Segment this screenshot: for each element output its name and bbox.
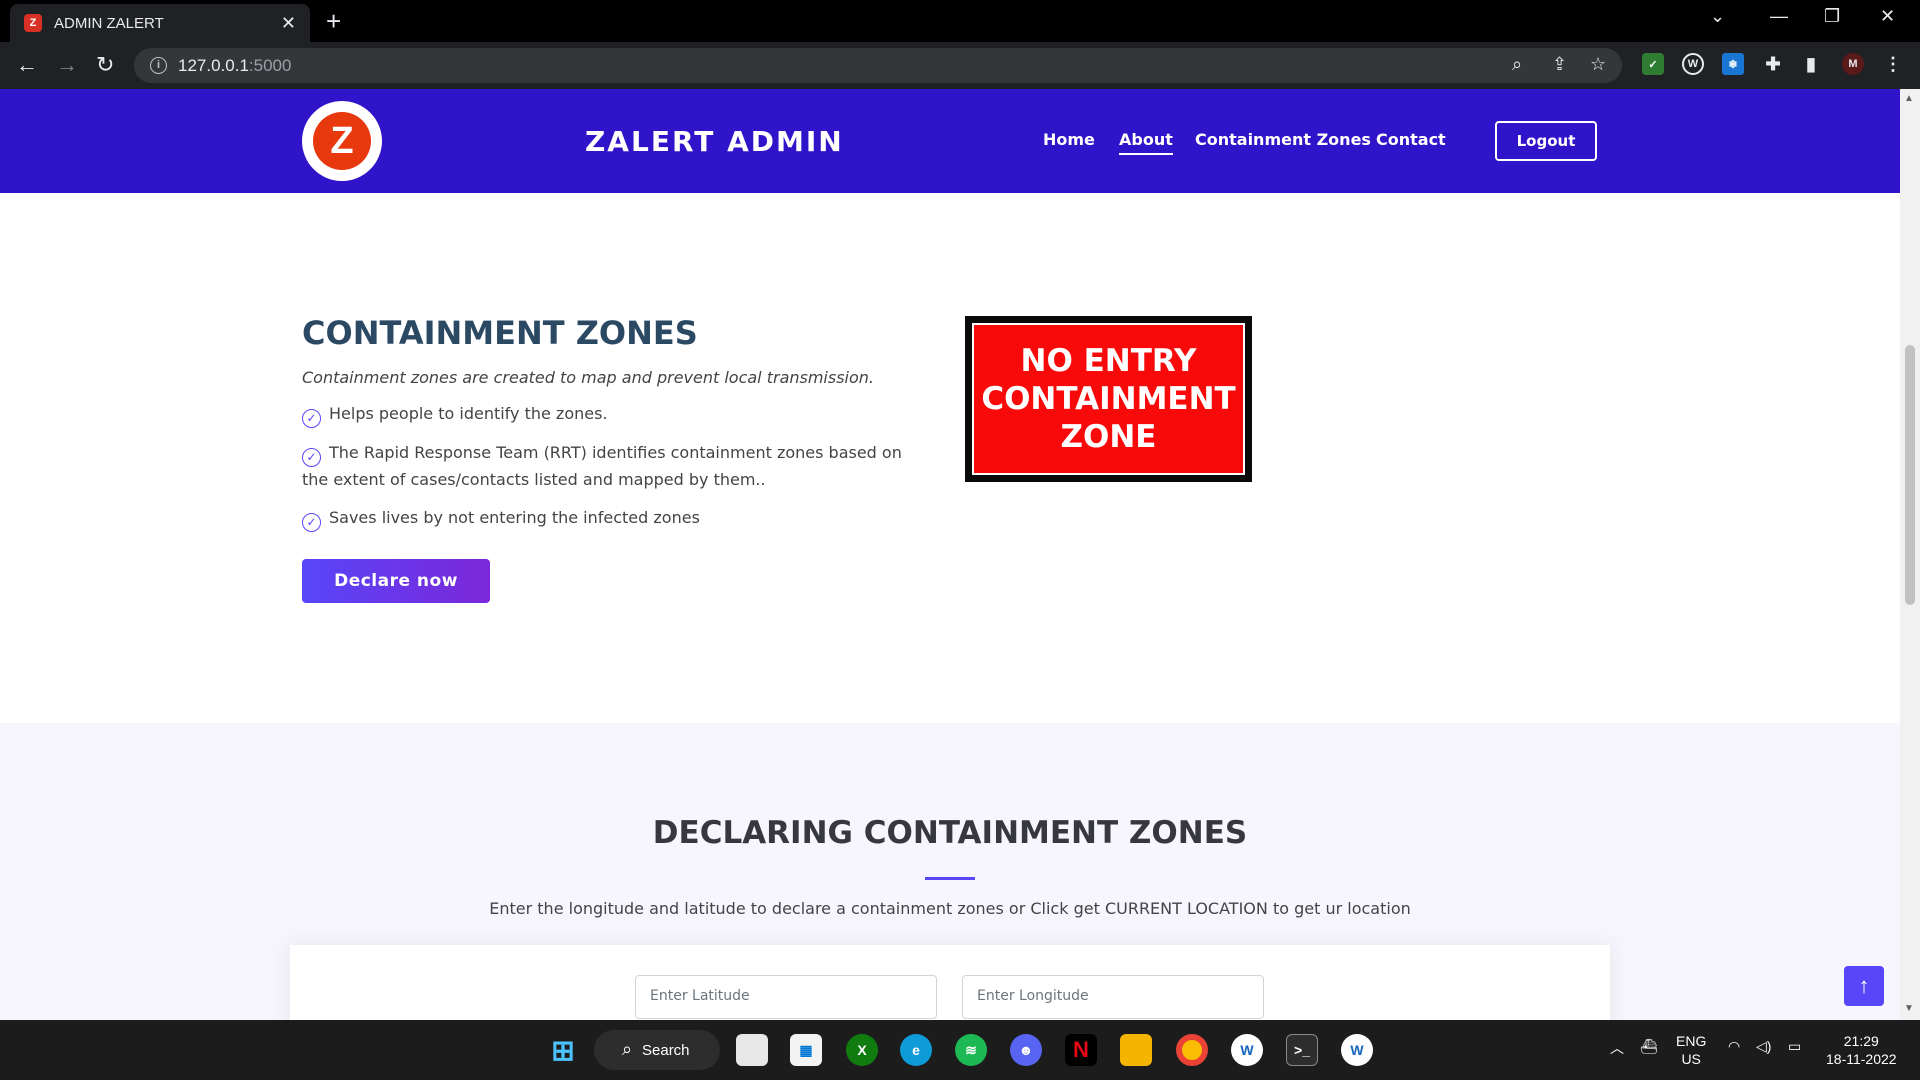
taskbar-search-label: Search xyxy=(642,1041,690,1059)
tab-favicon-icon: Z xyxy=(24,14,42,32)
tray-chevron-icon[interactable]: ︿ xyxy=(1610,1038,1624,1058)
restore-icon[interactable]: ❐ xyxy=(1824,6,1840,27)
chrome-icon[interactable] xyxy=(1176,1034,1208,1066)
about-title: CONTAINMENT ZONES xyxy=(302,314,698,352)
page-scrollbar[interactable]: ▲ ▼ xyxy=(1900,89,1920,1020)
address-bar[interactable]: i 127.0.0.1:5000 ⌕ ⇪ ☆ xyxy=(134,48,1622,83)
url-text[interactable]: 127.0.0.1:5000 xyxy=(178,56,291,76)
discord-icon[interactable]: ☻ xyxy=(1010,1034,1042,1066)
back-icon[interactable]: ← xyxy=(16,52,38,78)
back-to-top-button[interactable]: ↑ xyxy=(1844,966,1884,1006)
tab-search-chevron-icon[interactable]: ⌄ xyxy=(1710,6,1725,27)
scroll-down-arrow-icon[interactable]: ▼ xyxy=(1904,1003,1914,1014)
nav-containment-zones[interactable]: Containment Zones xyxy=(1195,130,1371,149)
forward-icon[interactable]: → xyxy=(56,52,78,78)
minimize-icon[interactable]: — xyxy=(1770,6,1788,27)
list-item: ✓ The Rapid Response Team (RRT) identifie… xyxy=(302,443,902,489)
bookmark-star-icon[interactable]: ☆ xyxy=(1590,54,1606,75)
share-icon[interactable]: ⇪ xyxy=(1552,54,1567,75)
list-item: ✓ Helps people to identify the zones. xyxy=(302,401,922,428)
language-indicator[interactable]: ENG US xyxy=(1676,1032,1706,1068)
longitude-input[interactable]: Enter Longitude xyxy=(962,975,1264,1019)
w-app-icon[interactable]: W xyxy=(1231,1034,1263,1066)
scroll-up-arrow-icon[interactable]: ▲ xyxy=(1904,93,1914,104)
declare-form-card: Enter Latitude Enter Longitude xyxy=(290,945,1610,1020)
taskbar-search[interactable]: ⌕ Search xyxy=(594,1030,720,1070)
declare-now-button[interactable]: Declare now xyxy=(302,559,490,603)
volume-icon[interactable]: ◁) xyxy=(1756,1038,1771,1055)
nav-contact[interactable]: Contact xyxy=(1376,130,1446,149)
reload-icon[interactable]: ↻ xyxy=(96,52,114,78)
check-circle-icon: ✓ xyxy=(302,513,321,532)
extensions-puzzle-icon[interactable]: ✚ xyxy=(1762,53,1784,75)
title-underline xyxy=(925,877,975,880)
browser-toolbar: ← → ↻ i 127.0.0.1:5000 ⌕ ⇪ ☆ ✓ W ❄ ✚ ▮ M… xyxy=(0,42,1920,89)
declare-description: Enter the longitude and latitude to decl… xyxy=(489,899,1411,918)
file-explorer-icon[interactable] xyxy=(1120,1034,1152,1066)
battery-icon[interactable]: ▭ xyxy=(1788,1038,1801,1055)
windows-taskbar: ⊞ ⌕ Search ▦ X e ≋ ☻ N W >_ W ︿ ⛴ ENG US … xyxy=(0,1020,1920,1080)
sign-text: NO ENTRY CONTAINMENT ZONE xyxy=(972,323,1245,475)
store-icon[interactable]: ▦ xyxy=(790,1034,822,1066)
site-header: Z ZALERT ADMIN Home About Containment Zo… xyxy=(0,89,1900,193)
close-window-icon[interactable]: ✕ xyxy=(1880,6,1895,27)
no-entry-sign-image: NO ENTRY CONTAINMENT ZONE xyxy=(965,316,1252,482)
w-app-2-icon[interactable]: W xyxy=(1341,1034,1373,1066)
check-circle-icon: ✓ xyxy=(302,448,321,467)
profile-avatar-icon[interactable]: M xyxy=(1842,53,1864,75)
browser-tab-bar: Z ADMIN ZALERT ✕ + ⌄ — ❐ ✕ xyxy=(0,0,1920,42)
side-panel-icon[interactable]: ▮ xyxy=(1800,53,1822,75)
search-icon: ⌕ xyxy=(622,1039,633,1059)
about-points: ✓ Helps people to identify the zones. ✓ Th… xyxy=(302,401,922,532)
netflix-icon[interactable]: N xyxy=(1065,1034,1097,1066)
logo-letter: Z xyxy=(313,112,371,170)
xbox-icon[interactable]: X xyxy=(846,1034,878,1066)
declare-section: DECLARING CONTAINMENT ZONES Enter the lo… xyxy=(0,723,1900,1020)
scroll-thumb[interactable] xyxy=(1905,345,1915,605)
tab-title: ADMIN ZALERT xyxy=(54,14,164,32)
windows-start-icon[interactable]: ⊞ xyxy=(547,1034,579,1066)
site-logo[interactable]: Z xyxy=(302,101,382,181)
docker-icon[interactable]: ⛴ xyxy=(1640,1038,1658,1055)
shield-extension-icon[interactable]: ✓ xyxy=(1642,53,1664,75)
zoom-icon[interactable]: ⌕ xyxy=(1512,54,1522,75)
about-section: CONTAINMENT ZONES Containment zones are … xyxy=(302,314,922,544)
terminal-icon[interactable]: >_ xyxy=(1286,1034,1318,1066)
nav-about[interactable]: About xyxy=(1119,130,1173,155)
page-viewport: Z ZALERT ADMIN Home About Containment Zo… xyxy=(0,89,1900,1020)
about-subtitle: Containment zones are created to map and… xyxy=(302,368,875,387)
edge-icon[interactable]: e xyxy=(900,1034,932,1066)
wifi-icon[interactable]: ◠ xyxy=(1728,1038,1740,1055)
check-circle-icon: ✓ xyxy=(302,409,321,428)
browser-tab[interactable]: Z ADMIN ZALERT ✕ xyxy=(10,4,310,42)
declare-title: DECLARING CONTAINMENT ZONES xyxy=(652,815,1248,851)
nav-home[interactable]: Home xyxy=(1043,130,1095,149)
task-view-icon[interactable] xyxy=(736,1034,768,1066)
logout-button[interactable]: Logout xyxy=(1495,121,1597,161)
latitude-input[interactable]: Enter Latitude xyxy=(635,975,937,1019)
snowflake-extension-icon[interactable]: ❄ xyxy=(1722,53,1744,75)
new-tab-icon[interactable]: + xyxy=(326,8,341,34)
list-item: ✓ Saves lives by not entering the infecte… xyxy=(302,505,922,532)
spotify-icon[interactable]: ≋ xyxy=(955,1034,987,1066)
menu-kebab-icon[interactable]: ⋮ xyxy=(1882,53,1904,75)
clock[interactable]: 21:29 18-11-2022 xyxy=(1826,1032,1897,1068)
w-extension-icon[interactable]: W xyxy=(1682,53,1704,75)
site-info-icon[interactable]: i xyxy=(150,57,167,74)
brand-title: ZALERT ADMIN xyxy=(585,125,844,158)
tab-close-icon[interactable]: ✕ xyxy=(281,13,296,34)
